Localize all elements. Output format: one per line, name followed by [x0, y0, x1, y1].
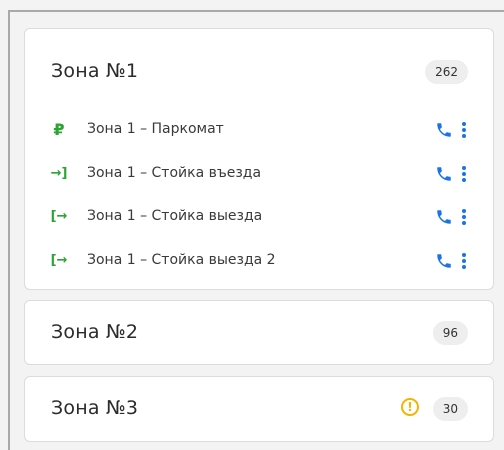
- device-row-exit-stand[interactable]: [→ Зона 1 – Стойка выезда: [25, 203, 493, 231]
- zone-title: Зона №3: [51, 397, 139, 419]
- warning-icon: !: [401, 398, 419, 416]
- phone-icon[interactable]: [435, 164, 453, 184]
- phone-icon[interactable]: [435, 207, 453, 227]
- more-menu-icon[interactable]: [461, 164, 467, 184]
- device-label: Зона 1 – Паркомат: [87, 121, 224, 137]
- exit-icon: [→: [50, 253, 68, 268]
- phone-icon[interactable]: [435, 251, 453, 271]
- zone-count-badge: 96: [432, 321, 468, 345]
- zone-title: Зона №2: [51, 321, 139, 343]
- zone-card-3[interactable]: Зона №3 ! 30: [24, 376, 494, 442]
- device-row-parking-meter[interactable]: ₽ Зона 1 – Паркомат: [25, 116, 493, 144]
- entry-icon: →]: [50, 166, 68, 181]
- zone-count-badge: 262: [425, 60, 468, 84]
- zone-count-badge: 30: [432, 397, 468, 421]
- phone-icon[interactable]: [435, 120, 453, 140]
- more-menu-icon[interactable]: [461, 251, 467, 271]
- zone-card-1[interactable]: Зона №1 262 ₽ Зона 1 – Паркомат →] Зона …: [24, 28, 494, 290]
- device-row-entry-stand[interactable]: →] Зона 1 – Стойка въезда: [25, 160, 493, 188]
- zone-card-2[interactable]: Зона №2 96: [24, 300, 494, 365]
- device-label: Зона 1 – Стойка въезда: [87, 165, 262, 181]
- more-menu-icon[interactable]: [461, 207, 467, 227]
- more-menu-icon[interactable]: [461, 120, 467, 140]
- ruble-icon: ₽: [53, 120, 65, 139]
- zone-title: Зона №1: [51, 60, 139, 82]
- exit-icon: [→: [50, 209, 68, 224]
- device-label: Зона 1 – Стойка выезда: [87, 208, 263, 224]
- device-label: Зона 1 – Стойка выезда 2: [87, 252, 276, 268]
- device-row-exit-stand-2[interactable]: [→ Зона 1 – Стойка выезда 2: [25, 247, 493, 275]
